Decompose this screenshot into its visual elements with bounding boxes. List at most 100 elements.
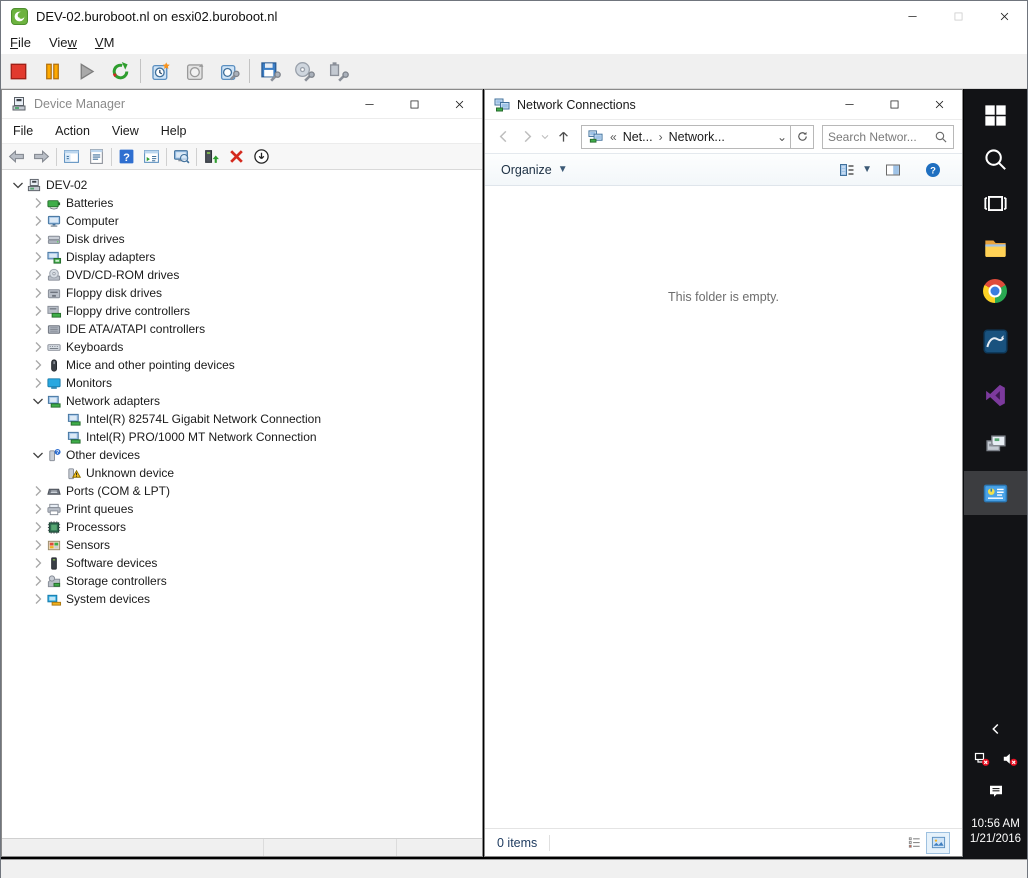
chevron-down-icon[interactable] (30, 447, 46, 463)
tree-item[interactable]: Floppy drive controllers (2, 302, 482, 320)
up-button[interactable] (551, 125, 575, 149)
chevron-right-icon[interactable] (30, 231, 46, 247)
address-bar[interactable]: « Net... › Network... ⌄ (581, 124, 791, 149)
chevron-right-icon[interactable] (30, 195, 46, 211)
chevron-right-icon[interactable] (30, 267, 46, 283)
vm-usb-settings-button[interactable] (321, 57, 355, 85)
search-input[interactable] (823, 129, 934, 144)
breadcrumb-overflow-icon[interactable]: « (606, 130, 621, 144)
tree-item[interactable]: Unknown device (2, 464, 482, 482)
show-hidden-icons-button[interactable] (988, 717, 1004, 741)
close-button[interactable] (437, 90, 482, 118)
change-view-button[interactable] (834, 158, 860, 182)
folder-content[interactable]: This folder is empty. (485, 186, 962, 828)
tree-item[interactable]: Mice and other pointing devices (2, 356, 482, 374)
details-view-button[interactable] (902, 832, 926, 854)
menu-file[interactable]: File (1, 33, 40, 52)
taskbar-visual-studio-button[interactable] (964, 373, 1027, 417)
chevron-right-icon[interactable] (30, 537, 46, 553)
recent-locations-dropdown[interactable] (539, 125, 551, 149)
dm-back-button[interactable] (4, 145, 29, 168)
chevron-right-icon[interactable] (30, 339, 46, 355)
taskbar-task-view-button[interactable] (964, 181, 1027, 225)
minimize-button[interactable] (827, 90, 872, 119)
breadcrumb-separator-icon[interactable]: › (655, 130, 667, 144)
vmware-titlebar[interactable]: DEV-02.buroboot.nl on esxi02.buroboot.nl (1, 1, 1027, 31)
maximize-button[interactable] (935, 1, 981, 31)
taskbar-device-manager-button[interactable] (964, 421, 1027, 465)
taskbar-file-explorer-button[interactable] (964, 225, 1027, 269)
tree-item[interactable]: Software devices (2, 554, 482, 572)
tree-item[interactable]: Batteries (2, 194, 482, 212)
tree-item[interactable]: Monitors (2, 374, 482, 392)
tree-item[interactable]: Network adapters (2, 392, 482, 410)
organize-button[interactable]: Organize ▼ (501, 163, 568, 177)
chevron-right-icon[interactable] (30, 213, 46, 229)
menu-vm[interactable]: VM (86, 33, 124, 52)
vm-revert-snapshot-button[interactable] (178, 57, 212, 85)
dm-disable-device-button[interactable] (249, 145, 274, 168)
breadcrumb-current[interactable]: Network... (667, 130, 727, 144)
taskbar-control-panel-button[interactable] (964, 471, 1027, 515)
back-button[interactable] (491, 125, 515, 149)
maximize-button[interactable] (392, 90, 437, 118)
tree-item[interactable]: ? Other devices (2, 446, 482, 464)
chevron-right-icon[interactable] (30, 303, 46, 319)
menu-view[interactable]: View (40, 33, 86, 52)
taskbar-search-button[interactable] (964, 137, 1027, 181)
tree-item[interactable]: Disk drives (2, 230, 482, 248)
chevron-right-icon[interactable] (30, 321, 46, 337)
chevron-right-icon[interactable] (30, 591, 46, 607)
tree-item[interactable]: Ports (COM & LPT) (2, 482, 482, 500)
device-manager-titlebar[interactable]: Device Manager (2, 90, 482, 119)
vm-take-snapshot-button[interactable] (144, 57, 178, 85)
breadcrumb-parent[interactable]: Net... (621, 130, 655, 144)
tray-volume-muted-button[interactable] (996, 747, 1024, 771)
close-button[interactable] (981, 1, 1027, 31)
tree-item[interactable]: Processors (2, 518, 482, 536)
minimize-button[interactable] (347, 90, 392, 118)
action-center-button[interactable] (988, 779, 1004, 803)
tree-item[interactable]: System devices (2, 590, 482, 608)
vm-manage-snapshots-button[interactable] (212, 57, 246, 85)
chevron-right-icon[interactable] (30, 555, 46, 571)
tree-item[interactable]: Computer (2, 212, 482, 230)
tree-item[interactable]: Storage controllers (2, 572, 482, 590)
tree-item[interactable]: Intel(R) 82574L Gigabit Network Connecti… (2, 410, 482, 428)
address-dropdown-icon[interactable]: ⌄ (777, 130, 787, 144)
tree-item[interactable]: Floppy disk drives (2, 284, 482, 302)
menu-file[interactable]: File (2, 121, 44, 141)
vm-floppy-settings-button[interactable] (253, 57, 287, 85)
chevron-right-icon[interactable] (30, 573, 46, 589)
tree-item[interactable]: Intel(R) PRO/1000 MT Network Connection (2, 428, 482, 446)
tree-item[interactable]: Display adapters (2, 248, 482, 266)
vm-desktop[interactable]: Device Manager File Action View Help ? DEV-… (1, 89, 1027, 859)
chevron-right-icon[interactable] (30, 519, 46, 535)
help-button[interactable]: ? (920, 158, 946, 182)
vm-power-on-button[interactable] (69, 57, 103, 85)
tree-item[interactable]: DEV-02 (2, 176, 482, 194)
menu-action[interactable]: Action (44, 121, 101, 141)
dm-scan-hardware-button[interactable] (169, 145, 194, 168)
chevron-right-icon[interactable] (30, 285, 46, 301)
dm-action-pane-button[interactable] (139, 145, 164, 168)
taskbar-chrome-button[interactable] (964, 269, 1027, 313)
vm-cd-settings-button[interactable] (287, 57, 321, 85)
tree-item[interactable]: Keyboards (2, 338, 482, 356)
search-box[interactable] (822, 124, 954, 149)
chevron-right-icon[interactable] (30, 249, 46, 265)
maximize-button[interactable] (872, 90, 917, 119)
tree-item[interactable]: DVD/CD-ROM drives (2, 266, 482, 284)
vm-suspend-button[interactable] (35, 57, 69, 85)
taskbar-mysql-workbench-button[interactable] (964, 319, 1027, 363)
tree-item[interactable]: Sensors (2, 536, 482, 554)
chevron-down-icon[interactable] (30, 393, 46, 409)
chevron-right-icon[interactable] (30, 375, 46, 391)
vm-power-off-button[interactable] (1, 57, 35, 85)
dm-forward-button[interactable] (29, 145, 54, 168)
menu-view[interactable]: View (101, 121, 150, 141)
tree-item[interactable]: Print queues (2, 500, 482, 518)
chevron-down-icon[interactable] (10, 177, 26, 193)
dm-properties-button[interactable] (84, 145, 109, 168)
chevron-right-icon[interactable] (30, 357, 46, 373)
